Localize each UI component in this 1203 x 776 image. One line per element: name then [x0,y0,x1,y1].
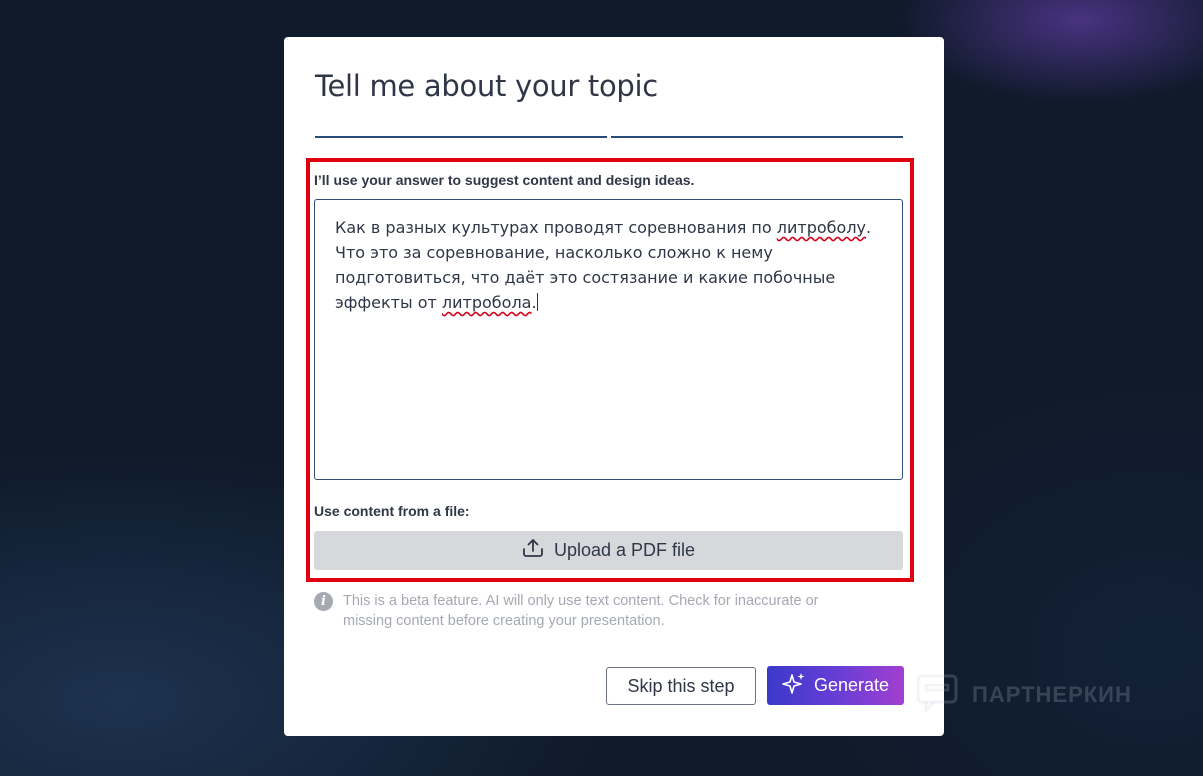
beta-notice: i This is a beta feature. AI will only u… [314,591,874,631]
beta-text-line-2: missing content before creating your pre… [343,613,665,629]
misspelled-word: литроболу [776,218,867,237]
topic-line-4: эффекты от литробола. [335,293,538,312]
text-caret [536,293,538,311]
progress-step-1 [315,136,607,138]
upload-icon [522,538,544,563]
misspelled-word: литробола [441,293,532,312]
generate-label: Generate [813,675,890,695]
topic-line-1: Как в разных культурах проводят соревнов… [335,218,872,237]
watermark: ПАРТНЕРКИН [916,672,1132,718]
upload-label: Upload a PDF file [553,540,696,560]
watermark-logo-icon [916,672,960,718]
skip-step-button[interactable]: Skip this step [606,667,756,705]
progress-step-2 [611,136,903,138]
beta-text-line-1: This is a beta feature. AI will only use… [343,593,819,609]
file-label: Use content from a file: [314,503,470,519]
topic-line-2: Что это за соревнование, насколько сложн… [335,243,773,262]
info-icon: i [314,592,333,611]
sparkle-icon [782,672,806,699]
dialog-title: Tell me about your topic [315,69,658,103]
hint-text: I’ll use your answer to suggest content … [314,172,695,188]
generate-button[interactable]: Generate [767,666,904,705]
upload-pdf-button[interactable]: Upload a PDF file [314,531,903,570]
topic-textarea[interactable]: Как в разных культурах проводят соревнов… [314,199,903,480]
topic-line-3: подготовиться, что даёт это состязание и… [335,268,836,287]
watermark-text: ПАРТНЕРКИН [972,682,1132,707]
topic-dialog: Tell me about your topic I’ll use your a… [284,37,944,736]
